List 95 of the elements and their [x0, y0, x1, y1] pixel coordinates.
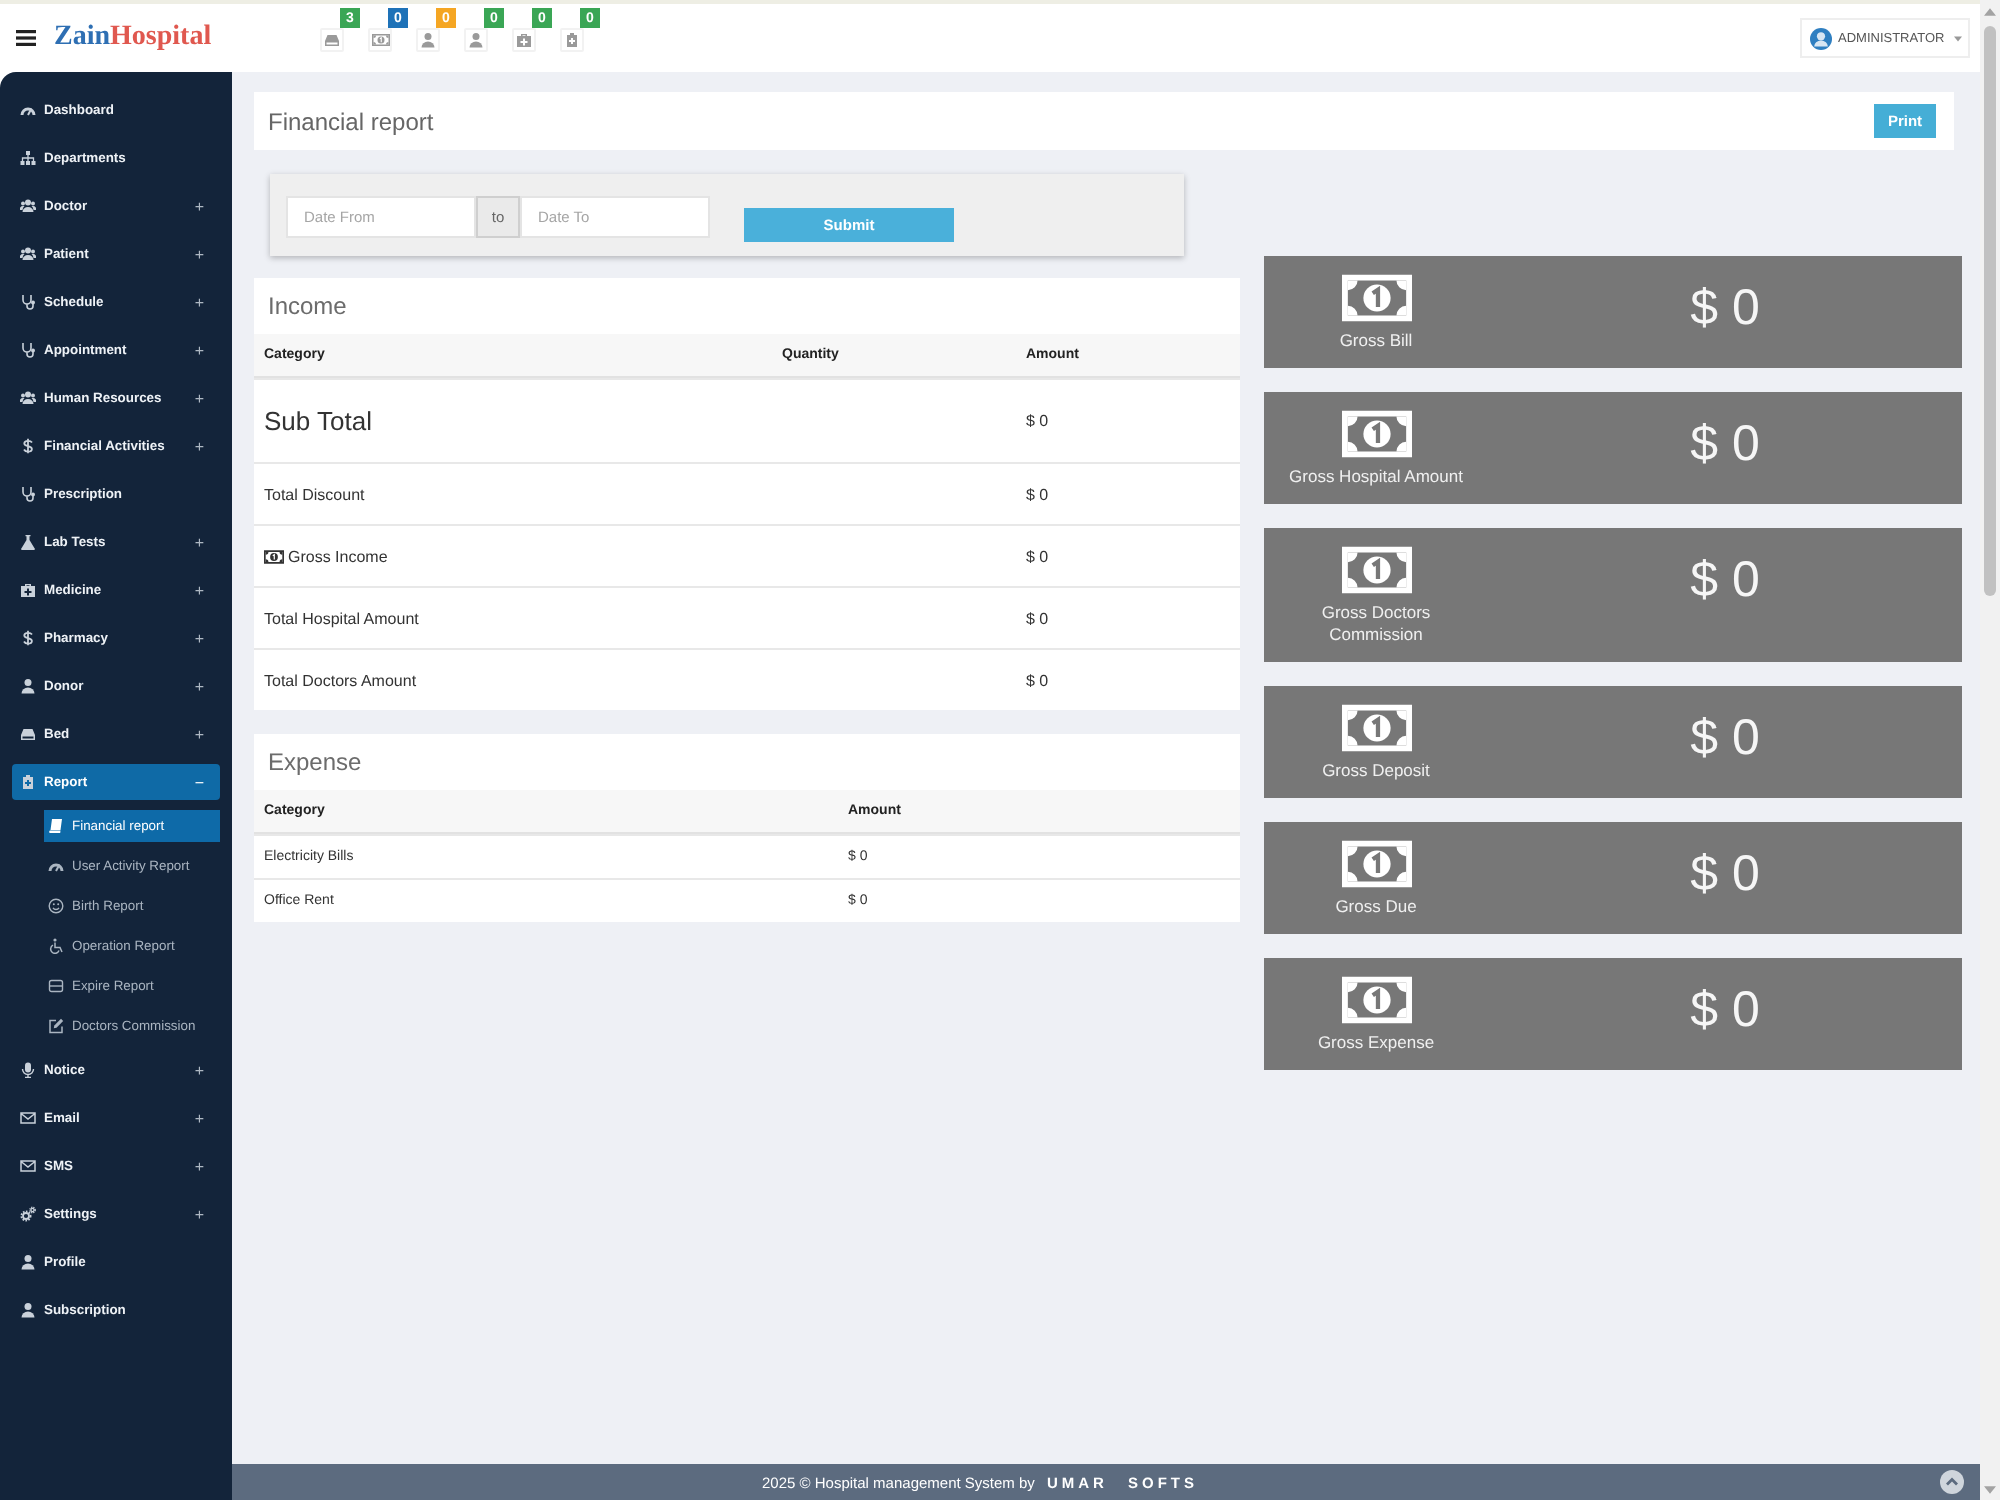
smile-icon: [48, 898, 64, 914]
card-label: Gross Bill: [1339, 330, 1413, 352]
user-icon: [20, 1254, 36, 1270]
expand-toggle[interactable]: −: [194, 773, 204, 791]
table-cell: Total Hospital Amount: [264, 609, 419, 627]
expand-toggle[interactable]: +: [194, 677, 204, 695]
expand-toggle[interactable]: +: [194, 293, 204, 311]
page-title: Financial report: [268, 107, 434, 135]
banknote-icon: [264, 549, 284, 563]
expand-toggle[interactable]: +: [194, 389, 204, 407]
card-label: Gross Doctors Commission: [1319, 602, 1433, 646]
notification-button[interactable]: [416, 28, 440, 52]
banknote-icon: [1341, 840, 1411, 888]
table-cell: Total Discount: [264, 485, 365, 503]
dollar-icon: [20, 630, 36, 646]
banknote-icon: [1341, 704, 1411, 752]
card-label: Gross Deposit: [1322, 760, 1430, 782]
expand-toggle[interactable]: +: [194, 437, 204, 455]
dollar-icon: [20, 438, 36, 454]
table-cell: $ 0: [1026, 547, 1049, 565]
notification-button[interactable]: [560, 28, 584, 52]
wheelchair-icon: [48, 938, 64, 954]
user-icon: [20, 1302, 36, 1318]
users-icon: [20, 246, 36, 262]
square-minus-icon: [48, 978, 64, 994]
edit-icon: [48, 1018, 64, 1034]
tray-icon: [20, 726, 36, 742]
menu-icon[interactable]: [16, 30, 36, 46]
scroll-up-icon[interactable]: [1984, 8, 1996, 16]
envelope-icon: [20, 1158, 36, 1174]
card-label: Gross Hospital Amount: [1289, 466, 1463, 488]
expand-toggle[interactable]: +: [194, 581, 204, 599]
notification-button[interactable]: [368, 28, 392, 52]
banknote-icon: [1341, 976, 1411, 1024]
gauge-icon: [48, 858, 64, 874]
user-icon: [468, 32, 484, 48]
scroll-down-icon[interactable]: [1984, 1486, 1996, 1494]
scroll-top-icon[interactable]: [1940, 1470, 1964, 1494]
panel-title: Income: [268, 292, 347, 320]
table-cell: Sub Total: [264, 406, 372, 436]
user-icon: [420, 32, 436, 48]
table-cell: $ 0: [1026, 671, 1049, 689]
tray-icon: [324, 32, 340, 48]
expand-toggle[interactable]: +: [194, 1157, 204, 1175]
sitemap-icon: [20, 150, 36, 166]
gauge-icon: [20, 102, 36, 118]
expand-toggle[interactable]: +: [194, 533, 204, 551]
expand-toggle[interactable]: +: [194, 725, 204, 743]
flask-icon: [20, 534, 36, 550]
notification-button[interactable]: [320, 28, 344, 52]
card-value: $ 0: [1690, 278, 1760, 338]
table-cell: Total Doctors Amount: [264, 671, 417, 689]
card-value: $ 0: [1690, 844, 1760, 904]
card-value: $ 0: [1690, 708, 1760, 768]
table-cell: $ 0: [1026, 412, 1049, 430]
book-icon: [48, 818, 64, 834]
card-label: Gross Due: [1335, 896, 1417, 918]
card-value: $ 0: [1690, 414, 1760, 474]
banknote-icon: [1341, 546, 1411, 594]
stethoscope-icon: [20, 486, 36, 502]
users-icon: [20, 198, 36, 214]
card-label: Gross Expense: [1317, 1032, 1435, 1054]
expand-toggle[interactable]: +: [194, 197, 204, 215]
notification-button[interactable]: [464, 28, 488, 52]
notification-button[interactable]: [512, 28, 536, 52]
banknote-icon: [371, 34, 389, 46]
expand-toggle[interactable]: +: [194, 629, 204, 647]
card-value: $ 0: [1690, 550, 1760, 610]
scrollbar-thumb[interactable]: [1984, 26, 1996, 596]
medkit-icon: [516, 32, 532, 48]
expand-toggle[interactable]: +: [194, 1205, 204, 1223]
expand-toggle[interactable]: +: [194, 341, 204, 359]
users-icon: [20, 390, 36, 406]
logo: ZainHospital: [54, 22, 212, 54]
table-cell: $ 0: [1026, 485, 1049, 503]
envelope-icon: [20, 1110, 36, 1126]
microphone-icon: [20, 1062, 36, 1078]
banknote-icon: [1341, 274, 1411, 322]
avatar-icon: [1810, 27, 1832, 49]
clipboard-icon: [20, 774, 36, 790]
table-cell: Gross Income: [288, 547, 388, 565]
stethoscope-icon: [20, 294, 36, 310]
expand-toggle[interactable]: +: [194, 1109, 204, 1127]
panel-title: Expense: [268, 748, 362, 776]
banknote-icon: [1341, 410, 1411, 458]
caret-icon: [1954, 35, 1963, 41]
gears-icon: [20, 1206, 36, 1222]
card-value: $ 0: [1690, 980, 1760, 1040]
expand-toggle[interactable]: +: [194, 245, 204, 263]
expand-toggle[interactable]: +: [194, 1061, 204, 1079]
clipboard-icon: [564, 32, 580, 48]
stethoscope-icon: [20, 342, 36, 358]
user-icon: [20, 678, 36, 694]
medkit-icon: [20, 582, 36, 598]
table-cell: $ 0: [1026, 609, 1049, 627]
